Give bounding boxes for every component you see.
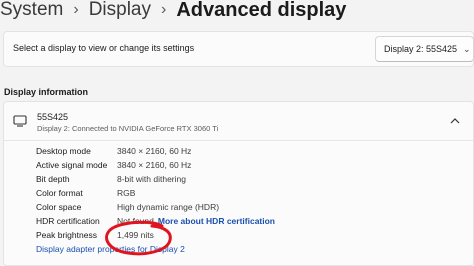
property-value: Not found More about HDR certification <box>117 214 275 228</box>
property-label: Active signal mode <box>36 160 108 170</box>
property-label: HDR certification <box>36 216 100 226</box>
property-row-hdr-certification: HDR certification Not found More about HD… <box>4 214 473 228</box>
page-title: Advanced display <box>176 0 347 21</box>
property-label: Peak brightness <box>36 230 97 240</box>
property-row-color-space: Color space High dynamic range (HDR) <box>4 200 473 214</box>
breadcrumb-separator-icon: › <box>161 1 167 18</box>
display-selector-card: Select a display to view or change its s… <box>3 31 474 67</box>
display-adapter-properties-link[interactable]: Display adapter properties for Display 2 <box>36 242 185 256</box>
display-select-dropdown[interactable]: Display 2: 55S425 ⌄ <box>375 36 474 62</box>
chevron-up-icon[interactable] <box>444 110 466 132</box>
property-value: High dynamic range (HDR) <box>117 202 220 212</box>
display-information-header[interactable]: 55S425 Display 2: Connected to NVIDIA Ge… <box>4 102 473 141</box>
property-label: Color format <box>36 188 83 198</box>
property-value: 8-bit with dithering <box>117 174 186 184</box>
property-value: 3840 × 2160, 60 Hz <box>117 146 192 156</box>
display-connection-text: Display 2: Connected to NVIDIA GeForce R… <box>37 124 219 133</box>
property-row-desktop-mode: Desktop mode 3840 × 2160, 60 Hz <box>4 144 473 158</box>
property-label: Color space <box>36 202 82 212</box>
property-row-active-signal-mode: Active signal mode 3840 × 2160, 60 Hz <box>4 158 473 172</box>
property-label: Desktop mode <box>36 146 91 156</box>
property-row-color-format: Color format RGB <box>4 186 473 200</box>
display-selector-label: Select a display to view or change its s… <box>13 43 195 53</box>
property-row-bit-depth: Bit depth 8-bit with dithering <box>4 172 473 186</box>
property-value: 3840 × 2160, 60 Hz <box>117 160 192 170</box>
property-row-peak-brightness: Peak brightness 1,499 nits <box>4 228 473 242</box>
chevron-down-icon: ⌄ <box>463 43 471 54</box>
property-value: 1,499 nits <box>117 230 154 240</box>
property-label: Bit depth <box>36 174 70 184</box>
display-name: 55S425 <box>37 112 69 122</box>
breadcrumb: System › Display › Advanced display <box>0 0 346 26</box>
breadcrumb-item-system[interactable]: System <box>0 0 63 21</box>
section-title-display-information: Display information <box>4 87 89 97</box>
property-value: RGB <box>117 188 136 198</box>
display-select-value: Display 2: 55S425 <box>384 44 458 54</box>
display-information-card: 55S425 Display 2: Connected to NVIDIA Ge… <box>3 101 474 266</box>
monitor-icon <box>13 115 27 127</box>
hdr-certification-value: Not found <box>117 216 154 226</box>
breadcrumb-separator-icon: › <box>73 1 79 18</box>
hdr-certification-link[interactable]: More about HDR certification <box>158 216 275 226</box>
breadcrumb-item-display[interactable]: Display <box>89 0 151 21</box>
